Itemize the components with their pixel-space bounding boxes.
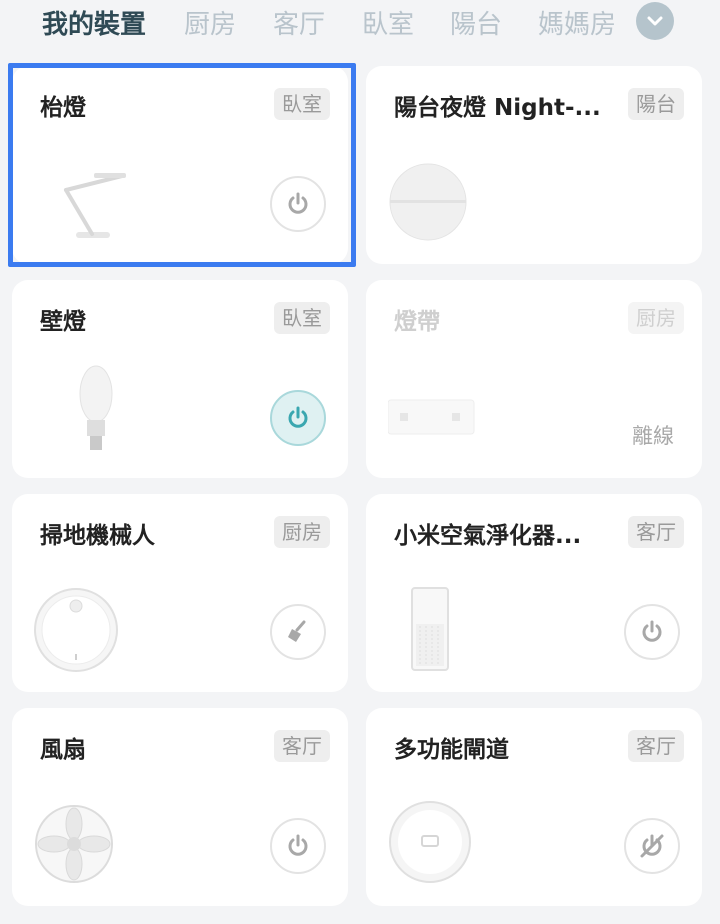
chevron-down-icon <box>647 16 663 26</box>
device-name: 燈帶 <box>394 309 440 335</box>
power-icon <box>288 406 308 428</box>
tab-bedroom[interactable]: 臥室 <box>362 4 414 41</box>
room-badge: 陽台 <box>628 88 684 120</box>
room-badge: 客厅 <box>628 730 684 762</box>
room-badge: 客厅 <box>274 730 330 762</box>
bulb-icon <box>79 365 113 450</box>
device-card-wall-light[interactable]: 壁燈 臥室 <box>12 280 348 478</box>
device-name: 多功能閘道 <box>394 737 509 763</box>
tab-balcony[interactable]: 陽台 <box>450 4 502 41</box>
device-card-fan[interactable]: 風扇 客厅 <box>12 708 348 906</box>
room-badge: 客厅 <box>628 516 684 548</box>
broom-icon <box>288 620 306 642</box>
device-card-night-light[interactable]: 陽台夜燈 Night-... 陽台 <box>366 66 702 264</box>
room-badge: 厨房 <box>274 516 330 548</box>
power-button[interactable] <box>270 390 326 446</box>
air-purifier-icon <box>411 587 449 671</box>
device-name: 小米空氣淨化器... <box>394 523 582 549</box>
clean-button[interactable] <box>270 604 326 660</box>
power-icon <box>288 834 308 856</box>
device-name: 掃地機械人 <box>40 523 155 549</box>
power-icon <box>642 620 662 642</box>
night-light-icon <box>389 163 467 241</box>
device-name: 風扇 <box>40 737 86 763</box>
tab-mom-room[interactable]: 媽媽房 <box>538 4 616 41</box>
tab-living-room[interactable]: 客厅 <box>273 4 325 41</box>
room-badge: 厨房 <box>628 302 684 334</box>
device-card-robot-vacuum[interactable]: 掃地機械人 厨房 <box>12 494 348 692</box>
device-name: 陽台夜燈 Night-... <box>394 95 601 121</box>
light-strip-icon <box>388 399 475 435</box>
device-name: 壁燈 <box>40 309 86 335</box>
gateway-icon <box>389 801 471 883</box>
device-card-air-purifier[interactable]: 小米空氣淨化器... 客厅 <box>366 494 702 692</box>
selection-highlight <box>8 63 356 267</box>
power-button[interactable] <box>270 818 326 874</box>
tab-kitchen[interactable]: 厨房 <box>184 4 236 41</box>
room-tabs: 我的裝置 厨房 客厅 臥室 陽台 媽媽房 <box>0 0 720 46</box>
disabled-button[interactable] <box>624 818 680 874</box>
robot-vacuum-icon <box>34 588 118 672</box>
device-card-light-strip[interactable]: 燈帶 厨房 離線 <box>366 280 702 478</box>
fan-icon <box>35 805 113 883</box>
room-badge: 臥室 <box>274 302 330 334</box>
device-card-gateway[interactable]: 多功能閘道 客厅 <box>366 708 702 906</box>
offline-status: 離線 <box>632 424 674 448</box>
tab-my-devices[interactable]: 我的裝置 <box>42 4 146 41</box>
slash-power-icon <box>640 834 664 858</box>
power-button[interactable] <box>624 604 680 660</box>
expand-tabs-button[interactable] <box>636 2 674 40</box>
